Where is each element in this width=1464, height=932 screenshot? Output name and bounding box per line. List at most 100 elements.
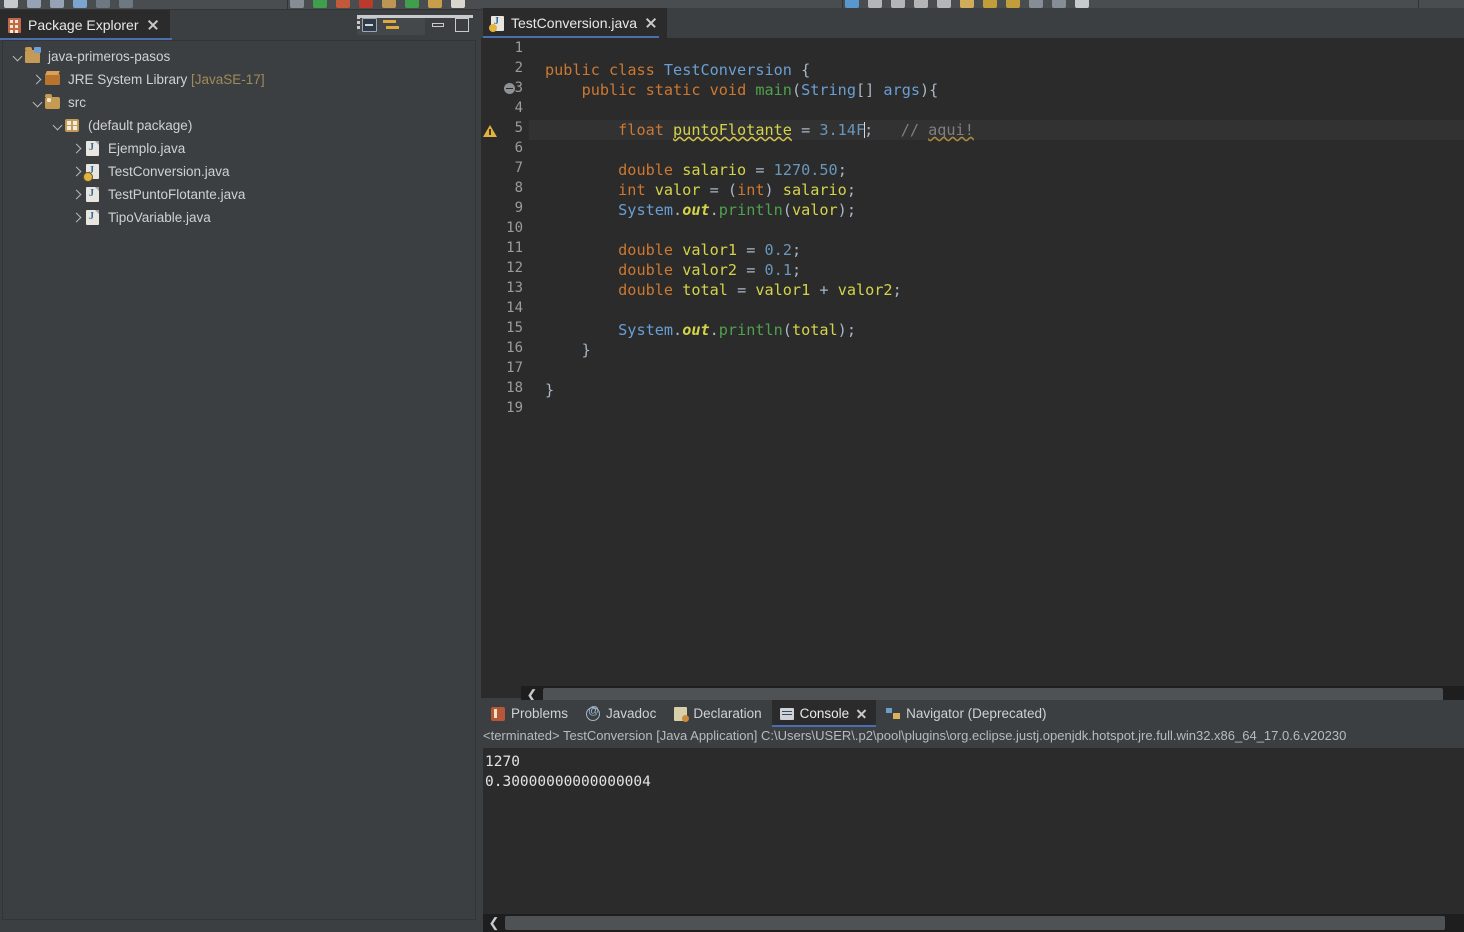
console-horizontal-scrollbar[interactable]: ❮ [483, 914, 1464, 932]
warning-icon[interactable] [483, 123, 497, 137]
java-editor: TestConversion.java 12345678910111213141… [481, 8, 1464, 704]
chevron-right-icon[interactable] [71, 160, 85, 183]
code-area[interactable]: 1 2 3 4 5 6 7 8 9 10 11 12 13 14 15 16 17 18 19 public cla… [481, 38, 1464, 680]
code-line[interactable]: double valor1 = 0.2; [545, 240, 801, 260]
tab-javadoc[interactable]: Javadoc [578, 700, 664, 727]
line-number: 14 [506, 300, 523, 316]
debug-icon[interactable] [359, 0, 373, 8]
code-line[interactable]: } [545, 340, 591, 360]
java-perspective-icon[interactable] [1052, 0, 1066, 8]
back-icon[interactable] [937, 0, 951, 8]
line-number: 7 [514, 160, 523, 176]
minimize-icon [431, 18, 445, 32]
print-icon[interactable] [73, 0, 87, 8]
tab-testconversion-java[interactable]: TestConversion.java [483, 8, 668, 38]
new-java-file-icon[interactable] [451, 0, 465, 8]
bottom-tab-label: Console [799, 706, 850, 721]
forward-icon[interactable] [960, 0, 974, 8]
code-line[interactable]: public static void main(String[] args){ [545, 80, 939, 100]
code-line[interactable]: System.out.println(valor); [545, 200, 856, 220]
tree-item[interactable]: TestPuntoFlotante.java [3, 183, 475, 206]
scrollbar-thumb[interactable] [505, 916, 1445, 930]
tab-navigator-deprecated[interactable]: Navigator (Deprecated) [878, 700, 1054, 727]
save-icon[interactable] [27, 0, 41, 8]
console-launch-status: <terminated> TestConversion [Java Applic… [483, 727, 1464, 747]
build-icon[interactable] [290, 0, 304, 8]
console-output-text[interactable]: 1270 0.30000000000000004 [483, 748, 1464, 914]
close-icon[interactable] [146, 18, 160, 32]
maximize-button[interactable] [451, 15, 473, 35]
line-number: 17 [506, 360, 523, 376]
chevron-down-icon[interactable] [31, 91, 45, 114]
line-number: 11 [506, 240, 523, 256]
code-line[interactable]: double salario = 1270.50; [545, 160, 847, 180]
next-annotation-icon[interactable] [868, 0, 882, 8]
tree-item[interactable]: JRE System Library [JavaSE-17] [3, 68, 475, 91]
undo-icon[interactable] [96, 0, 110, 8]
java-file-icon [85, 186, 103, 204]
line-number: 10 [506, 220, 523, 236]
tab-declaration[interactable]: Declaration [666, 700, 769, 727]
tree-item[interactable]: (default package) [3, 114, 475, 137]
close-icon[interactable] [855, 707, 868, 720]
tab-package-explorer[interactable]: Package Explorer [0, 10, 170, 40]
perspective-icon[interactable] [1006, 0, 1020, 8]
declaration-icon [674, 706, 690, 722]
pin-icon[interactable] [983, 0, 997, 8]
chevron-right-icon[interactable] [71, 206, 85, 229]
tree-item-label: src [68, 95, 86, 110]
minimize-button[interactable] [427, 15, 449, 35]
source-code[interactable]: public class TestConversion { public sta… [529, 38, 1464, 680]
last-edit-icon[interactable] [914, 0, 928, 8]
line-number: 6 [514, 140, 523, 156]
line-number-gutter[interactable]: 1 2 3 4 5 6 7 8 9 10 11 12 13 14 15 16 17 18 19 [481, 38, 529, 680]
editor-tab-label: TestConversion.java [511, 15, 638, 31]
folding-collapse-icon[interactable] [504, 83, 518, 97]
code-line[interactable]: float puntoFlotante = 3.14F; // aqui! [545, 120, 974, 140]
run-last-icon[interactable] [405, 0, 419, 8]
tree-item[interactable]: java-primeros-pasos [3, 45, 475, 68]
redo-icon[interactable] [119, 0, 133, 8]
code-line[interactable]: System.out.println(total); [545, 320, 856, 340]
package-explorer-tree-panel: java-primeros-pasos JRE System Library [J… [2, 40, 476, 920]
search-icon[interactable] [845, 0, 859, 8]
line-number: 1 [514, 40, 523, 56]
code-line[interactable]: double valor2 = 0.1; [545, 260, 801, 280]
scroll-left-icon[interactable]: ❮ [488, 916, 500, 930]
previous-annotation-icon[interactable] [891, 0, 905, 8]
code-line[interactable]: } [545, 380, 554, 400]
tree-item[interactable]: TestConversion.java [3, 160, 475, 183]
tree-item-label: (default package) [88, 118, 193, 133]
external-tools-icon[interactable] [428, 0, 442, 8]
coverage-icon[interactable] [382, 0, 396, 8]
chevron-down-icon[interactable] [11, 45, 25, 68]
window-icon[interactable] [1075, 0, 1089, 8]
tree-item[interactable]: Ejemplo.java [3, 137, 475, 160]
run-icon[interactable] [313, 0, 327, 8]
chevron-right-icon[interactable] [71, 137, 85, 160]
view-menu-icon [411, 17, 415, 33]
project-icon [25, 46, 43, 66]
line-number: 19 [506, 400, 523, 416]
chevron-right-icon[interactable] [31, 68, 45, 91]
collapse-all-button[interactable] [358, 15, 380, 35]
tab-problems[interactable]: Problems [483, 700, 576, 727]
tree-item-label: TipoVariable.java [108, 210, 211, 225]
link-with-editor-button[interactable] [380, 15, 402, 35]
tab-console[interactable]: Console [771, 700, 877, 727]
code-line[interactable]: public class TestConversion { [545, 60, 810, 80]
terminate-icon[interactable] [336, 0, 350, 8]
tree-item[interactable]: src [3, 91, 475, 114]
new-icon[interactable] [4, 0, 18, 8]
view-menu-button[interactable] [402, 15, 424, 35]
tree-item[interactable]: TipoVariable.java [3, 206, 475, 229]
chevron-down-icon[interactable] [51, 114, 65, 137]
open-perspective-icon[interactable] [1029, 0, 1043, 8]
package-explorer-tab-label: Package Explorer [28, 17, 139, 33]
save-all-icon[interactable] [50, 0, 64, 8]
close-icon[interactable] [644, 16, 658, 30]
chevron-right-icon[interactable] [71, 183, 85, 206]
code-line[interactable]: int valor = (int) salario; [545, 180, 856, 200]
line-number: 18 [506, 380, 523, 396]
code-line[interactable]: double total = valor1 + valor2; [545, 280, 902, 300]
